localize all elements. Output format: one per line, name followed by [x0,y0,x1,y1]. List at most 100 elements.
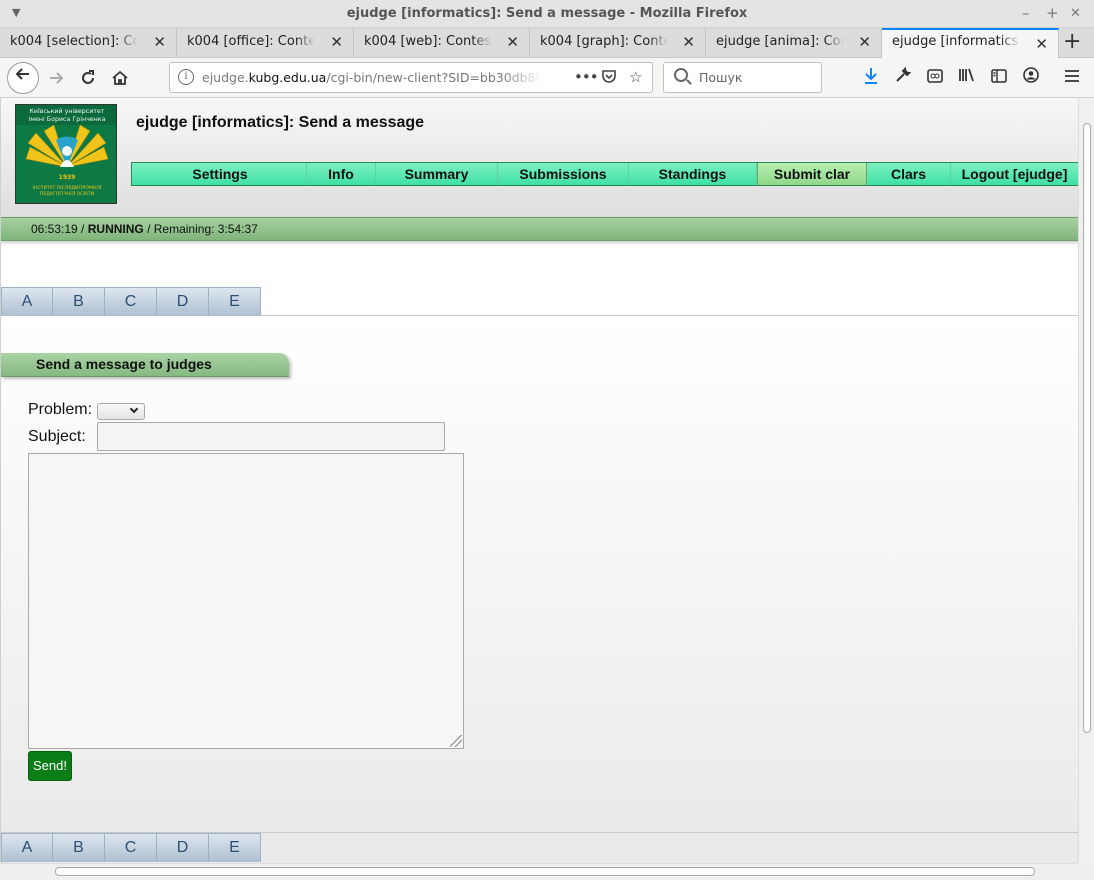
url-prefix: ejudge. [202,70,249,85]
home-icon[interactable] [104,62,136,94]
pocket-icon[interactable] [601,68,617,88]
menu-item-submissions[interactable]: Submissions [498,163,629,185]
tab-title: k004 [selection]: Contest status [10,34,138,49]
status-separator: / [143,222,154,236]
page-header: Київський університет імені Бориса Грінч… [1,98,1078,218]
browser-tab[interactable]: k004 [office]: Contest status ✕ [177,28,354,58]
window-titlebar: ▼ ejudge [informatics]: Send a message -… [0,0,1094,28]
sidebar-icon[interactable] [988,67,1010,89]
menu-item-standings[interactable]: Standings [629,163,757,185]
menu-item-summary[interactable]: Summary [376,163,498,185]
section-heading-text: Send a message to judges [36,356,212,372]
horizontal-scrollbar[interactable] [0,863,1078,880]
scrollbar-thumb[interactable] [1083,123,1091,733]
svg-text:ПЕДАГОГІЧНОЇ ОСВІТИ: ПЕДАГОГІЧНОЇ ОСВІТИ [40,190,94,197]
status-separator: / [77,222,88,236]
browser-tab[interactable]: ejudge [anima]: Contest status ✕ [706,28,882,58]
close-tab-icon[interactable]: ✕ [858,33,871,51]
problem-tab-d[interactable]: D [156,833,209,862]
forward-arrow-icon[interactable] [40,62,72,94]
browser-tab-active[interactable]: ejudge [informatics]: Send a message ✕ [882,28,1059,59]
account-icon[interactable] [1020,67,1042,89]
message-textarea[interactable] [28,453,464,749]
problem-tab-d[interactable]: D [156,287,209,316]
scrollbar-corner [1078,863,1094,880]
section-heading: Send a message to judges [1,353,289,377]
navigation-toolbar: i ejudge.kubg.edu.ua/cgi-bin/new-client?… [0,58,1094,98]
url-path: /cgi-bin/new-client?SID=bb30db8f6f0909 [326,70,542,85]
svg-text:1939: 1939 [59,174,76,181]
problem-tab-c[interactable]: C [104,287,157,316]
url-host: kubg.edu.ua [248,70,327,85]
tab-title: k004 [graph]: Contest status [540,34,668,49]
problem-label: Problem: [28,401,93,418]
menu-item-label: Summary [404,166,469,182]
send-button[interactable]: Send! [28,751,72,781]
problem-tab-e[interactable]: E [208,833,261,862]
vertical-scrollbar[interactable] [1078,98,1094,863]
tab-title: ejudge [anima]: Contest status [716,34,844,49]
close-tab-icon[interactable]: ✕ [153,33,166,51]
menu-item-label: Submissions [519,166,607,182]
reload-icon[interactable] [72,62,104,94]
chevron-down-icon [129,404,139,414]
problem-tab-a[interactable]: A [1,287,53,316]
menu-item-settings[interactable]: Settings [132,163,307,185]
problem-tab-b[interactable]: B [52,287,105,316]
problem-tab-e[interactable]: E [208,287,261,316]
close-tab-icon[interactable]: ✕ [682,33,695,51]
url-text[interactable]: ejudge.kubg.edu.ua/cgi-bin/new-client?SI… [202,70,542,85]
reader-icon[interactable] [924,67,946,89]
svg-text:Київський університет: Київський університет [29,107,104,115]
browser-tab[interactable]: k004 [graph]: Contest status ✕ [530,28,706,58]
more-actions-icon[interactable]: ••• [574,68,599,86]
problem-tab-c[interactable]: C [104,833,157,862]
problem-tab-b[interactable]: B [52,833,105,862]
svg-text:ІНСТИТУТ ПІСЛЯДИПЛОМНОЇ: ІНСТИТУТ ПІСЛЯДИПЛОМНОЇ [33,184,102,191]
svg-text:імені Бориса Грінченка: імені Бориса Грінченка [29,115,106,123]
close-tab-icon[interactable]: ✕ [506,33,519,51]
download-icon[interactable] [860,67,882,89]
close-tab-icon[interactable]: ✕ [1035,35,1048,53]
new-tab-icon[interactable]: + [1063,29,1081,54]
page-title: ejudge [informatics]: Send a message [136,114,425,131]
url-bar[interactable]: i ejudge.kubg.edu.ua/cgi-bin/new-client?… [169,62,653,93]
problem-tab-a[interactable]: A [1,833,53,862]
browser-tab[interactable]: k004 [web]: Contest status ✕ [354,28,530,58]
library-icon[interactable] [956,67,978,89]
menu-item-clars[interactable]: Clars [867,163,951,185]
menu-item-info[interactable]: Info [307,163,376,185]
remaining-time: Remaining: 3:54:37 [153,222,258,236]
menu-item-label: Standings [658,166,727,182]
problem-tabs-top: A B C D E [1,287,1078,316]
back-arrow-icon[interactable] [7,62,39,94]
close-tab-icon[interactable]: ✕ [330,33,343,51]
maximize-icon[interactable]: + [1046,4,1059,22]
menu-item-label: Logout [ejudge] [961,166,1068,182]
bookmark-star-icon[interactable]: ☆ [629,68,642,86]
problem-select[interactable] [97,403,145,420]
search-icon [674,68,688,82]
search-bar[interactable]: Пошук [663,62,822,93]
hamburger-menu-icon[interactable] [1061,67,1083,89]
tab-strip: k004 [selection]: Contest status ✕ k004 … [0,28,1094,59]
page-viewport: Київський університет імені Бориса Грінч… [0,98,1078,863]
subject-input[interactable] [97,422,445,451]
contest-state: RUNNING [87,222,144,236]
contest-status-bar: 06:53:19 / RUNNING / Remaining: 3:54:37 [1,217,1078,241]
info-icon[interactable]: i [178,69,194,85]
minimize-icon[interactable]: – [1022,4,1030,22]
tab-title: k004 [office]: Contest status [187,34,315,49]
resize-grip-icon[interactable] [450,735,462,747]
subject-label: Subject: [28,428,86,445]
contest-status: 06:53:19 / RUNNING / Remaining: 3:54:37 [31,222,258,236]
menu-item-submit-clar[interactable]: Submit clar [757,163,867,185]
close-window-icon[interactable]: ✕ [1070,6,1081,21]
scrollbar-thumb[interactable] [55,867,1035,876]
server-time: 06:53:19 [31,222,78,236]
search-placeholder: Пошук [699,70,743,85]
wrench-icon[interactable] [892,66,914,89]
university-logo: Київський університет імені Бориса Грінч… [15,104,117,204]
menu-item-logout[interactable]: Logout [ejudge] [951,163,1078,185]
browser-tab[interactable]: k004 [selection]: Contest status ✕ [0,28,177,58]
